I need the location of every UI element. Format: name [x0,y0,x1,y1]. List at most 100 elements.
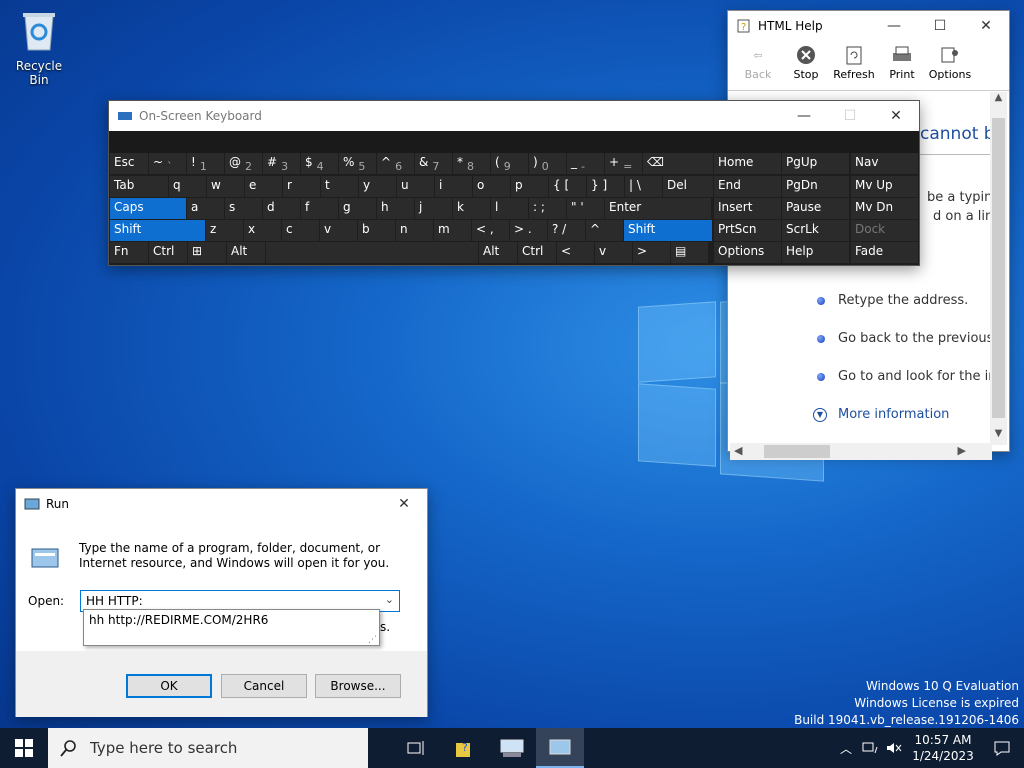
key-insert[interactable]: Insert [714,198,781,219]
key-t[interactable]: t [321,176,358,197]
key-nav[interactable]: Nav [851,153,918,174]
key-[interactable]: : ; [529,198,566,219]
key-home[interactable]: Home [714,153,781,174]
run-titlebar[interactable]: Run ✕ [16,489,427,519]
key-e[interactable]: e [245,176,282,197]
key-z[interactable]: z [206,220,243,241]
cancel-button[interactable]: Cancel [221,674,307,698]
key-r[interactable]: r [283,176,320,197]
key-q[interactable]: q [169,176,206,197]
key-j[interactable]: j [415,198,452,219]
key-x[interactable]: x [244,220,281,241]
horizontal-scrollbar[interactable]: ◀ ▶ [730,443,992,460]
key-[interactable]: > . [510,220,547,241]
key-a[interactable]: a [187,198,224,219]
key-esc[interactable]: Esc [110,153,148,174]
show-hidden-icons-button[interactable]: ︿ [834,728,858,768]
print-button[interactable]: Print [878,41,926,90]
key-[interactable]: ⌫ [643,153,713,174]
key-shift[interactable]: Shift [110,220,205,241]
scroll-thumb[interactable] [764,445,830,458]
scroll-down-icon[interactable]: ▼ [990,428,1007,445]
system-clock[interactable]: 10:57 AM 1/24/2023 [906,732,980,764]
key-mvup[interactable]: Mv Up [851,176,918,197]
key-[interactable]: ) 0 [529,153,566,174]
scroll-up-icon[interactable]: ▲ [990,92,1007,109]
more-information-link[interactable]: More information [838,407,949,422]
stop-button[interactable]: Stop [782,41,830,90]
key-pgdn[interactable]: PgDn [782,176,849,197]
resize-grip-icon[interactable]: ⋰ [368,635,377,645]
key-tab[interactable]: Tab [110,176,168,197]
scroll-thumb[interactable] [992,118,1005,418]
key-u[interactable]: u [397,176,434,197]
close-button[interactable]: ✕ [963,11,1009,41]
key-[interactable]: * 8 [453,153,490,174]
close-button[interactable]: ✕ [381,489,427,519]
key-v[interactable]: v [320,220,357,241]
key-[interactable]: | \ [625,176,662,197]
network-icon[interactable] [858,728,882,768]
key-f[interactable]: f [301,198,338,219]
volume-muted-icon[interactable] [882,728,906,768]
key-[interactable]: ^ [586,220,623,241]
key-del[interactable]: Del [663,176,713,197]
key-[interactable]: } ] [587,176,624,197]
key-[interactable]: ? / [548,220,585,241]
key-v[interactable]: v [595,242,632,263]
key-[interactable]: ! 1 [187,153,224,174]
key-k[interactable]: k [453,198,490,219]
key-end[interactable]: End [714,176,781,197]
key-[interactable]: @2 [225,153,262,174]
key-alt[interactable]: Alt [227,242,265,263]
scroll-left-icon[interactable]: ◀ [734,444,742,457]
browse-button[interactable]: Browse... [315,674,401,698]
key-[interactable]: + = [605,153,642,174]
autocomplete-dropdown[interactable]: hh http://REDIRME.COM/2HR6 ⋰ [83,609,380,646]
expand-circle-icon[interactable]: ▼ [813,408,827,422]
key-d[interactable]: d [263,198,300,219]
key-s[interactable]: s [225,198,262,219]
taskbar-run[interactable] [536,728,584,768]
key-prtscn[interactable]: PrtScn [714,220,781,241]
key-[interactable]: ⊞ [188,242,226,263]
key-y[interactable]: y [359,176,396,197]
key-shift[interactable]: Shift [624,220,712,241]
key-[interactable]: ~ ` [149,153,186,174]
key-n[interactable]: n [396,220,433,241]
maximize-button[interactable]: ☐ [917,11,963,41]
taskbar-html-help[interactable]: ? [440,728,488,768]
maximize-button[interactable]: ☐ [827,101,873,131]
minimize-button[interactable]: — [871,11,917,41]
key-dock[interactable]: Dock [851,220,918,241]
key-m[interactable]: m [434,220,471,241]
key-[interactable]: { [ [549,176,586,197]
key-[interactable]: ▤ [671,242,708,263]
key-b[interactable]: b [358,220,395,241]
key-space[interactable] [266,242,478,263]
key-[interactable]: (9 [491,153,528,174]
key-[interactable]: < [557,242,594,263]
key-ctrl[interactable]: Ctrl [518,242,556,263]
key-c[interactable]: c [282,220,319,241]
osk-titlebar[interactable]: On-Screen Keyboard — ☐ ✕ [109,101,919,131]
chevron-down-icon[interactable]: ⌄ [385,593,394,606]
minimize-button[interactable]: — [781,101,827,131]
refresh-button[interactable]: Refresh [830,41,878,90]
recycle-bin-icon[interactable]: Recycle Bin [6,8,72,87]
key-[interactable]: $4 [301,153,338,174]
key-o[interactable]: o [473,176,510,197]
key-h[interactable]: h [377,198,414,219]
taskbar-on-screen-keyboard[interactable] [488,728,536,768]
key-p[interactable]: p [511,176,548,197]
key-l[interactable]: l [491,198,528,219]
vertical-scrollbar[interactable]: ▲ ▼ [990,92,1007,445]
key-mvdn[interactable]: Mv Dn [851,198,918,219]
key-fn[interactable]: Fn [110,242,148,263]
key-[interactable]: ^ 6 [377,153,414,174]
key-alt[interactable]: Alt [479,242,517,263]
key-i[interactable]: i [435,176,472,197]
key-[interactable]: > [633,242,670,263]
key-[interactable]: < , [472,220,509,241]
key-enter[interactable]: Enter [605,198,711,219]
